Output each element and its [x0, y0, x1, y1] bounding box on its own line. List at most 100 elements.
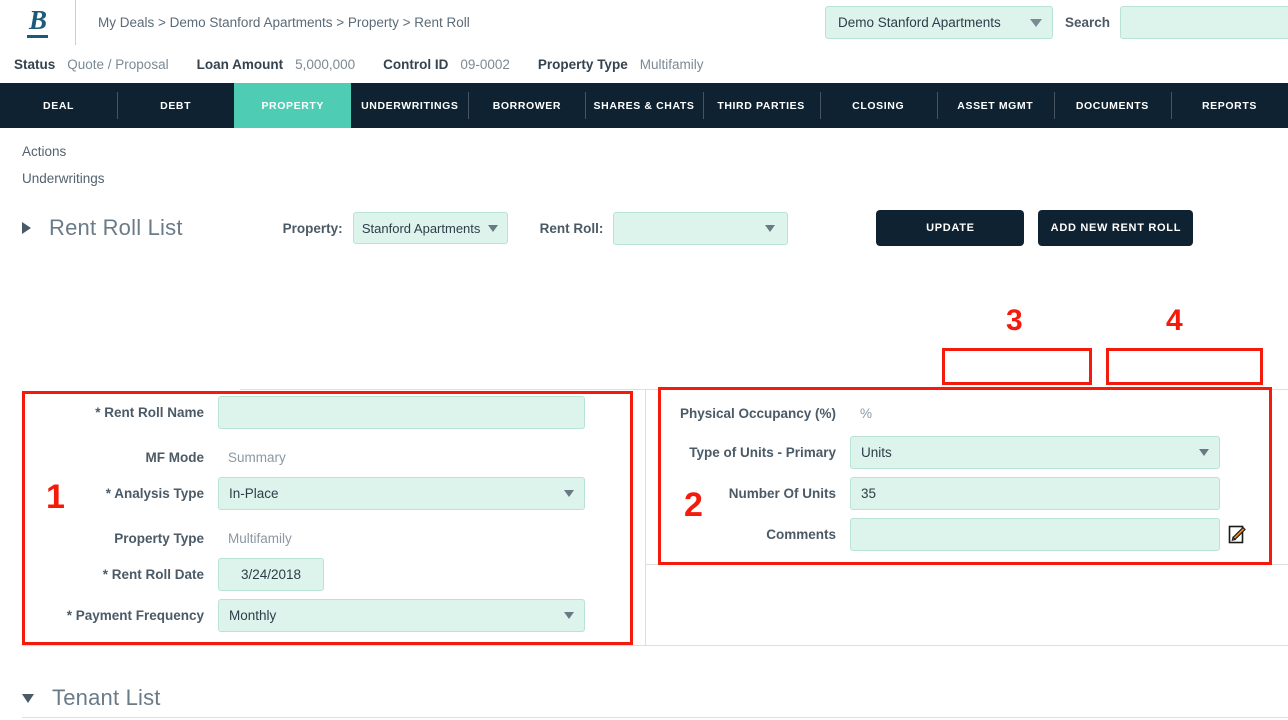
field-label: MF Mode — [145, 449, 205, 465]
field-label: * Payment Frequency — [66, 608, 204, 623]
logo-text: B — [26, 7, 48, 38]
analysis-type-value: In-Place — [229, 486, 279, 501]
tab-documents[interactable]: DOCUMENTS — [1053, 83, 1171, 128]
rent-roll-date-input[interactable]: 3/24/2018 — [218, 558, 324, 591]
field-mf-mode: MF Mode Summary — [22, 437, 632, 477]
field-comments: Comments — [660, 518, 1280, 551]
field-physical-occupancy: Physical Occupancy (%) % — [660, 396, 1280, 430]
annotation-number-4: 4 — [1166, 304, 1183, 337]
tab-property[interactable]: PROPERTY — [234, 83, 352, 128]
status-value-1: 5,000,000 — [295, 56, 356, 72]
rent-roll-left-form: * Rent Roll Name MF Mode Summary * Analy… — [22, 396, 632, 640]
search-input[interactable] — [1120, 6, 1288, 39]
tab-label: DEAL — [43, 99, 75, 112]
chevron-down-icon — [564, 612, 574, 619]
chevron-down-icon — [564, 490, 574, 497]
tab-underwritings[interactable]: UNDERWRITINGS — [351, 83, 468, 128]
tab-label: DEBT — [160, 99, 192, 112]
field-property-type: Property Type Multifamily — [22, 518, 632, 558]
rent-roll-name-input[interactable] — [218, 396, 585, 429]
status-value-3: Multifamily — [639, 56, 704, 72]
tab-third-parties[interactable]: THIRD PARTIES — [702, 83, 820, 128]
status-key-1: Loan Amount — [196, 56, 284, 72]
tenant-list-title: Tenant List — [52, 685, 161, 710]
tenant-list-divider — [22, 717, 1288, 718]
field-label: Physical Occupancy (%) — [679, 405, 836, 421]
rent-roll-list-header: Rent Roll List Property: Stanford Apartm… — [0, 206, 1288, 250]
tab-reports[interactable]: REPORTS — [1170, 83, 1288, 128]
field-label: * Rent Roll Name — [95, 405, 204, 420]
status-value-0: Quote / Proposal — [67, 56, 169, 72]
mf-mode-value: Summary — [228, 449, 286, 465]
number-of-units-input[interactable] — [850, 477, 1220, 510]
form-bottom-divider — [22, 645, 1288, 646]
property-filter-label: Property: — [282, 220, 343, 236]
status-key-2: Control ID — [383, 56, 449, 72]
rent-roll-right-form: Physical Occupancy (%) % Type of Units -… — [660, 396, 1280, 559]
tab-deal[interactable]: DEAL — [0, 83, 117, 128]
underwritings-link[interactable]: Underwritings — [0, 159, 1288, 186]
add-new-rent-roll-button[interactable]: ADD NEW RENT ROLL — [1038, 210, 1194, 246]
breadcrumb[interactable]: My Deals > Demo Stanford Apartments > Pr… — [98, 15, 470, 30]
right-panel-bottom-divider — [646, 564, 1288, 565]
property-filter-value: Stanford Apartments — [361, 220, 481, 236]
app-logo[interactable]: B — [0, 0, 76, 45]
tab-label: CLOSING — [852, 99, 905, 112]
chevron-down-icon — [488, 224, 499, 232]
tab-shares-and-chats[interactable]: SHARES & CHATS — [585, 83, 702, 128]
payment-frequency-value: Monthly — [229, 608, 277, 623]
tab-label: PROPERTY — [261, 99, 325, 112]
edit-pencil-icon[interactable] — [1228, 525, 1247, 544]
tab-asset-mgmt[interactable]: ASSET MGMT — [936, 83, 1054, 128]
field-label: * Rent Roll Date — [102, 567, 204, 582]
tab-borrower[interactable]: BORROWER — [468, 83, 585, 128]
field-label: Property Type — [114, 530, 204, 546]
payment-frequency-dropdown[interactable]: Monthly — [218, 599, 585, 632]
field-type-of-units: Type of Units - Primary Units — [660, 436, 1280, 469]
tab-label: BORROWER — [492, 99, 562, 112]
physical-occupancy-value: % — [860, 405, 873, 421]
annotation-box-3 — [942, 348, 1092, 385]
comments-input[interactable] — [850, 518, 1220, 551]
tab-label: REPORTS — [1202, 99, 1257, 112]
header-divider — [240, 389, 1288, 390]
tab-debt[interactable]: DEBT — [117, 83, 234, 128]
type-of-units-value: Units — [861, 445, 892, 460]
field-rent-roll-name: * Rent Roll Name — [22, 396, 632, 429]
tab-label: DOCUMENTS — [1075, 99, 1149, 112]
panel-divider — [645, 390, 646, 645]
property-type-value: Multifamily — [228, 530, 292, 546]
deal-selector-value: Demo Stanford Apartments — [837, 15, 1001, 30]
header-right-controls: Demo Stanford Apartments Search — [824, 0, 1288, 45]
field-label: Type of Units - Primary — [689, 445, 836, 460]
rent-roll-filter-label: Rent Roll: — [539, 220, 604, 236]
main-nav-tabs: DEAL DEBT PROPERTY UNDERWRITINGS BORROWE… — [0, 83, 1288, 128]
rent-roll-date-value: 3/24/2018 — [240, 567, 302, 582]
type-of-units-dropdown[interactable]: Units — [850, 436, 1220, 469]
search-label: Search — [1064, 15, 1110, 30]
tab-label: THIRD PARTIES — [717, 99, 805, 112]
property-filter-dropdown[interactable]: Stanford Apartments — [352, 212, 508, 244]
status-key-3: Property Type — [537, 56, 628, 72]
annotation-number-2: 2 — [684, 486, 703, 524]
field-rent-roll-date: * Rent Roll Date 3/24/2018 — [22, 558, 632, 591]
analysis-type-dropdown[interactable]: In-Place — [218, 477, 585, 510]
tab-label: UNDERWRITINGS — [361, 99, 459, 112]
status-summary-bar: Status Quote / Proposal Loan Amount 5,00… — [0, 45, 1288, 83]
status-key-0: Status — [14, 56, 56, 72]
rent-roll-filter-dropdown[interactable] — [613, 211, 789, 245]
field-analysis-type: * Analysis Type In-Place — [22, 477, 632, 510]
status-value-2: 09-0002 — [460, 56, 510, 72]
collapse-toggle-right-icon[interactable] — [22, 222, 31, 234]
field-number-of-units: Number Of Units — [660, 477, 1280, 510]
chevron-down-icon — [1199, 449, 1209, 456]
collapse-toggle-down-icon[interactable] — [22, 693, 34, 703]
actions-link[interactable]: Actions — [0, 128, 1288, 159]
tab-closing[interactable]: CLOSING — [819, 83, 937, 128]
page-content: Actions Underwritings Rent Roll List Pro… — [0, 128, 1288, 718]
update-button[interactable]: UPDATE — [876, 210, 1025, 246]
field-payment-frequency: * Payment Frequency Monthly — [22, 599, 632, 632]
deal-selector-dropdown[interactable]: Demo Stanford Apartments — [824, 6, 1053, 39]
annotation-box-4 — [1106, 348, 1263, 385]
tab-label: SHARES & CHATS — [593, 99, 695, 112]
